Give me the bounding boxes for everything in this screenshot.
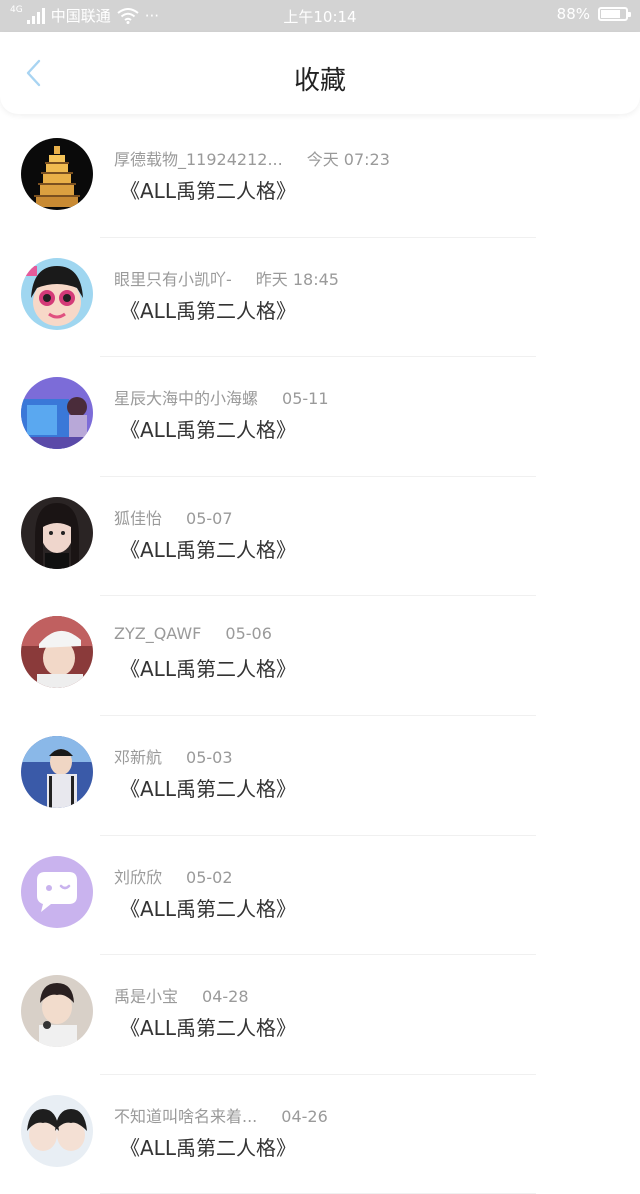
nav-bar: 收藏 <box>0 32 640 114</box>
item-meta: 刘欣欣 05-02 <box>114 864 233 888</box>
item-message: 《ALL禹第二人格》 <box>120 776 296 801</box>
item-message: 《ALL禹第二人格》 <box>120 179 296 203</box>
favorites-list: 厚德载物_11924212... 今天 07:23 《ALL禹第二人格》 眼里只有… <box>0 118 640 1194</box>
item-message: 《ALL禹第二人格》 <box>120 298 296 323</box>
item-time: 05-07 <box>186 508 233 528</box>
boy-stage-avatar[interactable] <box>21 735 93 808</box>
user-name: 邓新航 <box>114 747 163 767</box>
item-message: 《ALL禹第二人格》 <box>120 896 296 921</box>
item-time: 昨天 18:45 <box>255 269 339 289</box>
pagoda-avatar[interactable] <box>21 138 93 210</box>
item-message: 《ALL禹第二人格》 <box>120 418 296 443</box>
blue-scene-avatar[interactable] <box>21 377 93 450</box>
item-time: 04-28 <box>202 987 249 1007</box>
cartoon-girl-avatar[interactable] <box>21 257 93 330</box>
battery-fill <box>601 10 620 18</box>
status-right: 88% <box>556 5 631 23</box>
page-title: 收藏 <box>293 66 346 96</box>
user-name: 不知道叫啥名来着... <box>114 1106 258 1126</box>
boy-cap-avatar[interactable] <box>21 616 93 689</box>
item-meta: 禹是小宝 04-28 <box>114 983 249 1007</box>
item-meta: 眼里只有小凯吖- 昨天 18:45 <box>114 266 339 290</box>
item-message: 《ALL禹第二人格》 <box>120 537 296 562</box>
user-name: 禹是小宝 <box>114 987 179 1007</box>
status-time: 上午10:14 <box>283 8 357 26</box>
list-item[interactable]: 厚德载物_11924212... 今天 07:23 《ALL禹第二人格》 <box>0 118 640 238</box>
boy-mic-avatar[interactable] <box>21 975 93 1048</box>
default-chat-avatar[interactable] <box>21 855 93 928</box>
user-name: 狐佳怡 <box>114 508 163 528</box>
status-bar: 4G 中国联通 ··· 上午10:14 88% <box>0 0 640 32</box>
item-message: 《ALL禹第二人格》 <box>120 1016 296 1041</box>
item-time: 05-06 <box>225 624 272 644</box>
list-item[interactable]: ZYZ_QAWF 05-06 《ALL禹第二人格》 <box>0 596 640 716</box>
item-message: 《ALL禹第二人格》 <box>120 657 296 682</box>
girl-photo-avatar[interactable] <box>21 496 93 569</box>
list-item[interactable]: 眼里只有小凯吖- 昨天 18:45 《ALL禹第二人格》 <box>0 238 640 358</box>
list-item[interactable]: 刘欣欣 05-02 《ALL禹第二人格》 <box>0 836 640 956</box>
battery-icon <box>598 7 631 21</box>
list-item[interactable]: 狐佳怡 05-07 《ALL禹第二人格》 <box>0 477 640 597</box>
user-name: 星辰大海中的小海螺 <box>114 389 259 409</box>
user-name: 刘欣欣 <box>114 867 163 887</box>
item-meta: 邓新航 05-03 <box>114 744 233 768</box>
item-meta: 不知道叫啥名来着... 04-26 <box>114 1103 328 1127</box>
list-item[interactable]: 不知道叫啥名来着... 04-26 《ALL禹第二人格》 <box>0 1075 640 1194</box>
list-item[interactable]: 邓新航 05-03 《ALL禹第二人格》 <box>0 716 640 836</box>
item-meta: 狐佳怡 05-07 <box>114 505 233 529</box>
item-time: 05-03 <box>186 747 233 767</box>
list-item[interactable]: 星辰大海中的小海螺 05-11 《ALL禹第二人格》 <box>0 357 640 477</box>
battery-percent: 88% <box>556 5 590 23</box>
item-time: 05-02 <box>186 867 233 887</box>
user-name: ZYZ_QAWF <box>114 624 202 644</box>
item-meta: 星辰大海中的小海螺 05-11 <box>114 385 329 409</box>
item-meta: ZYZ_QAWF 05-06 <box>114 624 272 643</box>
item-time: 今天 07:23 <box>306 150 390 169</box>
item-time: 05-11 <box>282 389 329 409</box>
item-message: 《ALL禹第二人格》 <box>120 1135 296 1160</box>
two-boys-avatar[interactable] <box>21 1094 93 1167</box>
item-meta: 厚德载物_11924212... 今天 07:23 <box>114 146 390 170</box>
item-time: 04-26 <box>281 1106 328 1126</box>
user-name: 眼里只有小凯吖- <box>114 269 232 289</box>
user-name: 厚德载物_11924212... <box>114 150 283 169</box>
list-item[interactable]: 禹是小宝 04-28 《ALL禹第二人格》 <box>0 955 640 1075</box>
